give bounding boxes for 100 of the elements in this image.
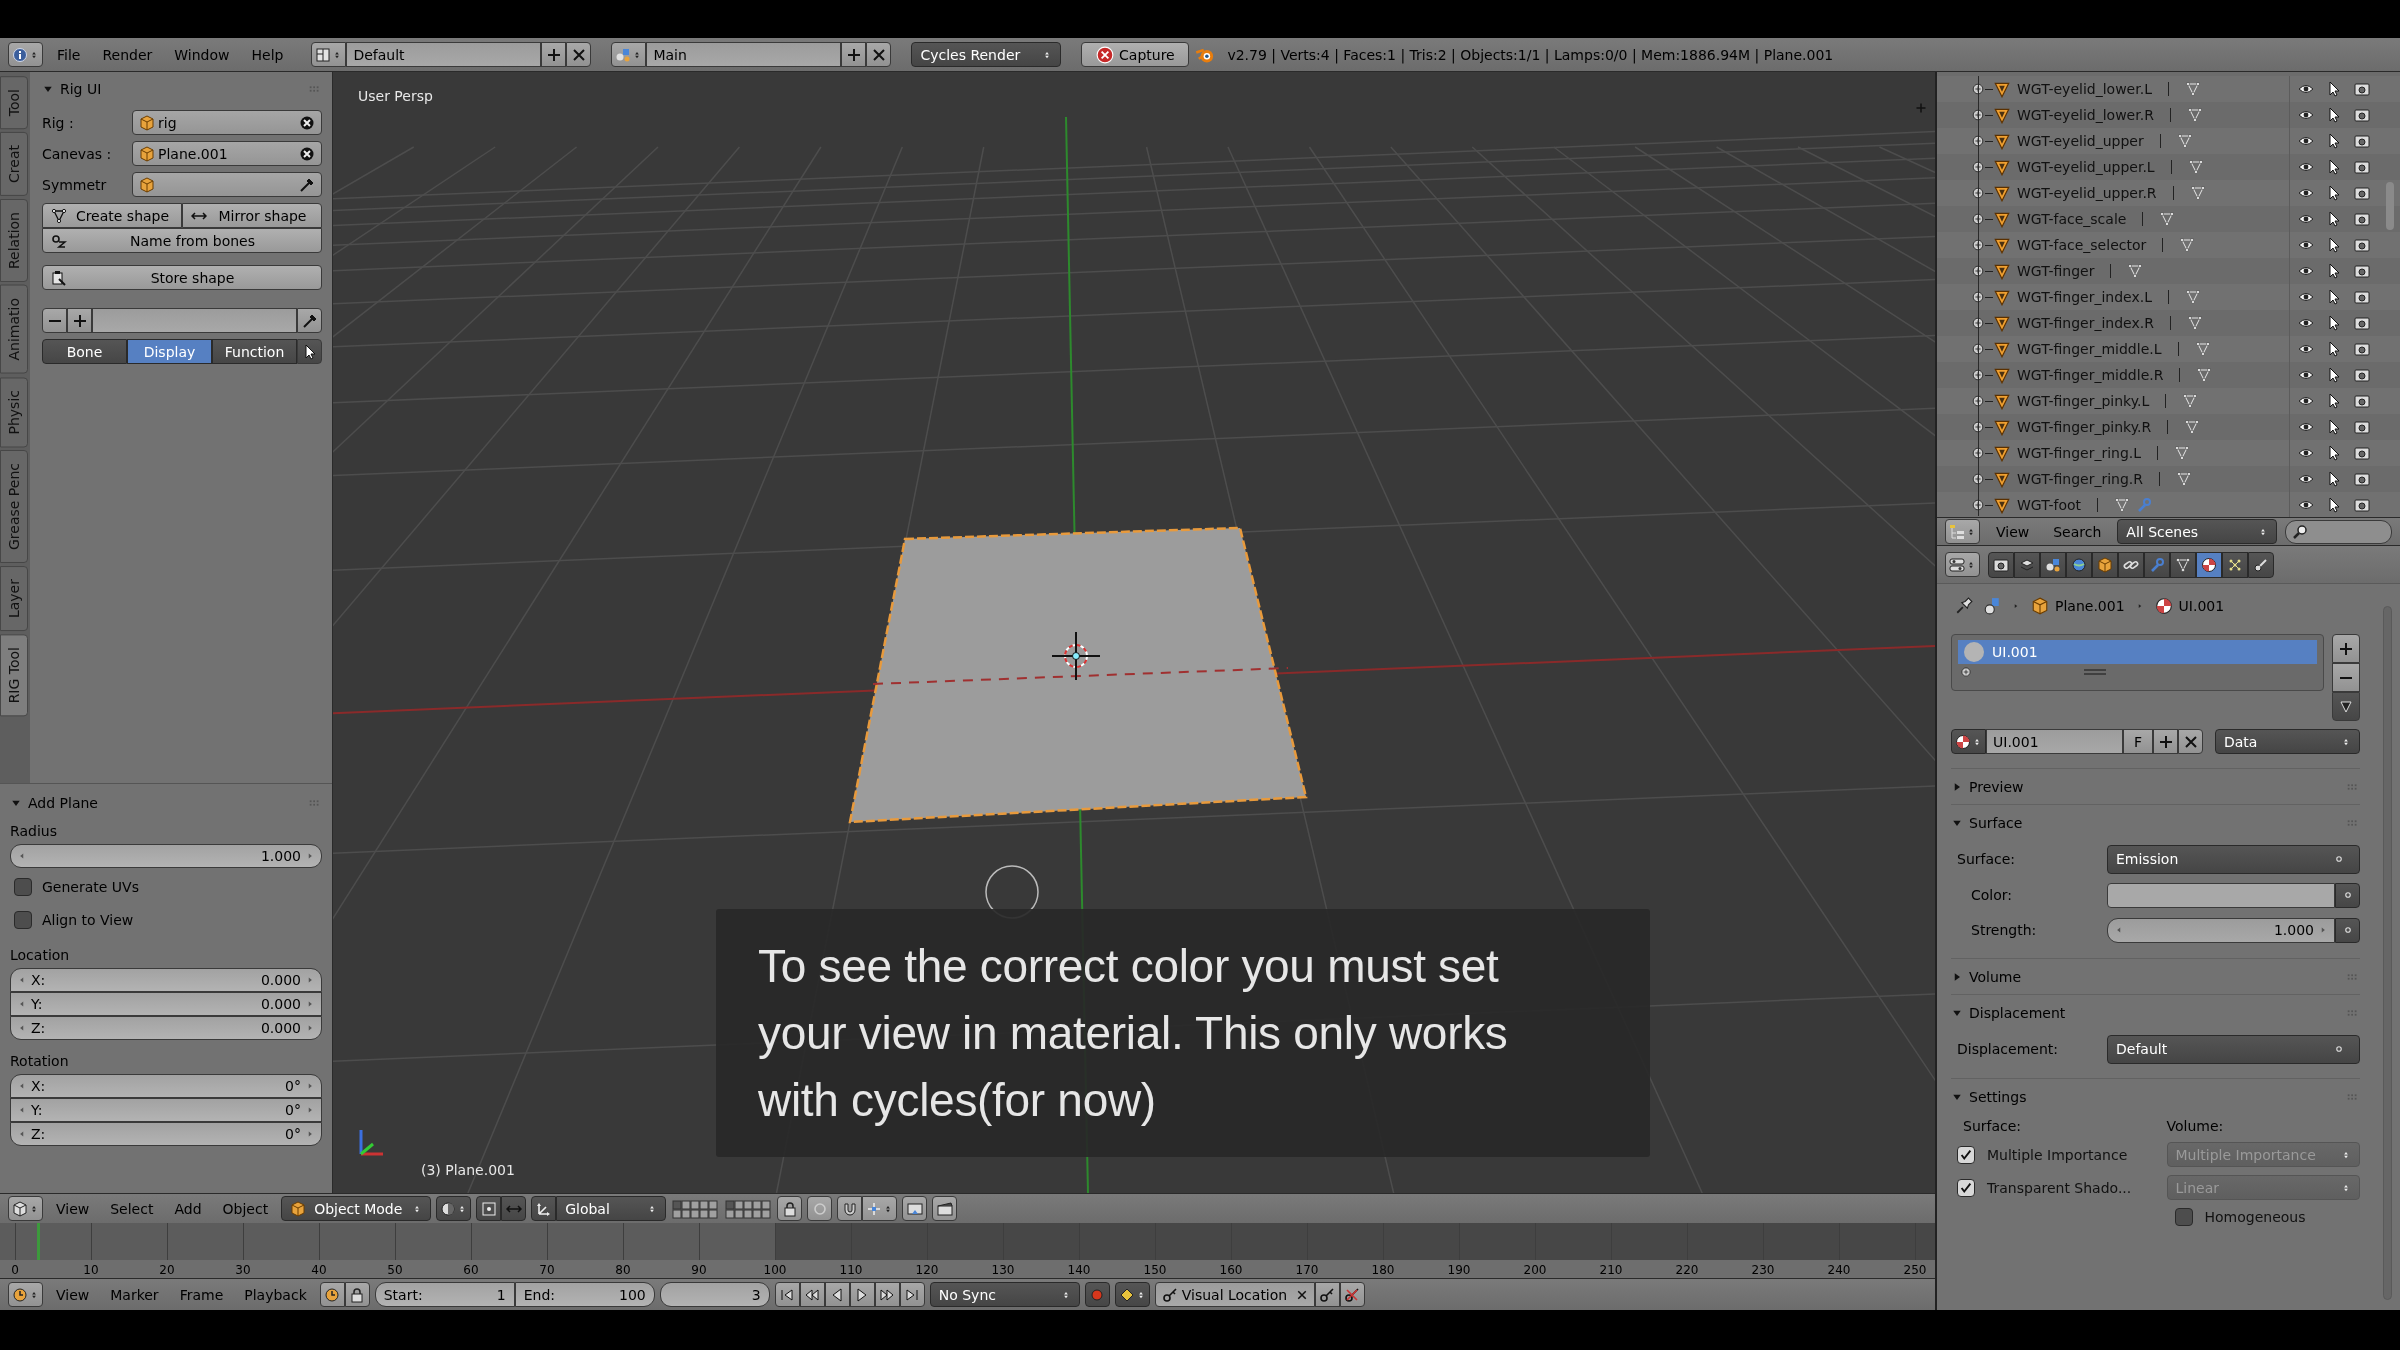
selectability-icon[interactable]: [2326, 315, 2342, 331]
plane-mesh[interactable]: [848, 526, 1308, 824]
selectability-icon[interactable]: [2326, 159, 2342, 175]
playback-button[interactable]: [774, 1282, 800, 1307]
selectability-icon[interactable]: [2326, 133, 2342, 149]
expand-icon[interactable]: [1971, 342, 1985, 356]
sidebar-tab[interactable]: Grease Penc: [0, 450, 28, 564]
menu-item[interactable]: Add: [166, 1200, 210, 1217]
playback-button[interactable]: [824, 1282, 850, 1307]
number-field[interactable]: Z: 0°: [10, 1122, 322, 1146]
menu-item[interactable]: Render: [94, 46, 161, 63]
sync-dropdown[interactable]: No Sync: [929, 1282, 1080, 1307]
material-slot[interactable]: UI.001: [1958, 640, 2317, 664]
clear-icon[interactable]: [299, 145, 315, 162]
mesh-data-icon[interactable]: [2182, 393, 2199, 409]
mode-tab[interactable]: Function: [212, 339, 297, 364]
scene-name-field[interactable]: Main: [646, 42, 842, 67]
fake-user-button[interactable]: F: [2123, 729, 2153, 754]
keyframe-type-button[interactable]: [1114, 1282, 1150, 1307]
modifiers-tab[interactable]: [2144, 551, 2170, 578]
mesh-data-icon[interactable]: [2179, 237, 2196, 253]
mode-tab[interactable]: Bone: [42, 339, 127, 364]
menu-item[interactable]: Window: [166, 46, 238, 63]
scene-tab[interactable]: [2040, 551, 2066, 578]
layers-icon[interactable]: [671, 1197, 720, 1220]
mesh-data-icon[interactable]: [2189, 185, 2206, 201]
manipulator-button[interactable]: [531, 1196, 557, 1221]
render-engine-dropdown[interactable]: Cycles Render: [911, 42, 1062, 67]
scene-button[interactable]: [611, 42, 647, 67]
object-name[interactable]: WGT-finger_middle.R: [2017, 367, 2164, 383]
number-field[interactable]: Y: 0°: [10, 1098, 322, 1122]
mode-dropdown[interactable]: Object Mode: [281, 1196, 432, 1221]
remove-button[interactable]: [2332, 663, 2360, 692]
number-field[interactable]: Y: 0.000: [10, 992, 322, 1016]
editor-type-button[interactable]: [8, 42, 43, 67]
expand-icon[interactable]: [1971, 498, 1985, 512]
checkbox[interactable]: [2174, 1208, 2193, 1226]
render-visibility-icon[interactable]: [2354, 315, 2370, 331]
search-field[interactable]: [2285, 519, 2392, 544]
action-button[interactable]: Store shape: [42, 265, 322, 290]
expand-icon[interactable]: [1971, 212, 1985, 226]
3d-cursor-icon[interactable]: [1051, 631, 1101, 681]
render-visibility-icon[interactable]: [2354, 107, 2370, 123]
close-button[interactable]: [866, 42, 892, 67]
object-field[interactable]: Plane.001: [132, 141, 322, 166]
world-tab[interactable]: [2066, 551, 2092, 578]
object-name[interactable]: WGT-eyelid_lower.L: [2017, 81, 2152, 97]
mesh-data-icon[interactable]: [2174, 445, 2191, 461]
lock-button[interactable]: [777, 1196, 803, 1221]
expand-icon[interactable]: [1971, 368, 1985, 382]
selectability-icon[interactable]: [2326, 393, 2342, 409]
pointer-button[interactable]: [297, 339, 322, 364]
delete-keyframe-button[interactable]: [1339, 1282, 1365, 1307]
layers-tab[interactable]: [2014, 551, 2040, 578]
expand-icon[interactable]: [1971, 316, 1985, 330]
checkbox[interactable]: [14, 878, 32, 896]
proportional-edit-button[interactable]: [807, 1196, 833, 1221]
selectability-icon[interactable]: [2326, 419, 2342, 435]
number-field[interactable]: X: 0°: [10, 1074, 322, 1098]
action-button[interactable]: Mirror shape: [182, 203, 322, 228]
preview-range-button[interactable]: [319, 1282, 345, 1307]
menu-item[interactable]: View: [48, 1286, 98, 1303]
selectability-icon[interactable]: [2326, 341, 2342, 357]
pivot-button[interactable]: [476, 1196, 502, 1221]
text-field[interactable]: [92, 308, 297, 333]
render-visibility-icon[interactable]: [2354, 289, 2370, 305]
selectability-icon[interactable]: [2326, 367, 2342, 383]
sidebar-tab[interactable]: Animatio: [0, 285, 28, 374]
mesh-data-icon[interactable]: [2176, 133, 2193, 149]
number-field[interactable]: Z: 0.000: [10, 1016, 322, 1040]
object-name[interactable]: WGT-eyelid_upper: [2017, 133, 2144, 149]
menu-item[interactable]: Playback: [236, 1286, 315, 1303]
selectability-icon[interactable]: [2326, 263, 2342, 279]
object-name[interactable]: WGT-finger_ring.R: [2017, 471, 2144, 487]
insert-keyframe-button[interactable]: [1314, 1282, 1340, 1307]
object-name[interactable]: WGT-eyelid_upper.R: [2017, 185, 2157, 201]
display-mode-dropdown[interactable]: All Scenes: [2117, 519, 2278, 544]
link-button[interactable]: [2335, 882, 2360, 908]
expand-icon[interactable]: [1971, 134, 1985, 148]
editor-type-button[interactable]: [1945, 552, 1980, 577]
object-name[interactable]: WGT-eyelid_upper.L: [2017, 159, 2155, 175]
playback-button[interactable]: [799, 1282, 825, 1307]
object-name[interactable]: WGT-finger: [2017, 263, 2095, 279]
editor-type-button[interactable]: [8, 1282, 43, 1307]
mesh-data-icon[interactable]: [2184, 419, 2201, 435]
expand-icon[interactable]: [1971, 160, 1985, 174]
panel-title[interactable]: Preview: [1969, 778, 2340, 795]
scrollbar[interactable]: [2386, 182, 2394, 230]
record-button[interactable]: [1084, 1282, 1110, 1307]
eyedropper-icon[interactable]: [299, 176, 315, 193]
menu-item[interactable]: Search: [2045, 523, 2110, 540]
panel-title[interactable]: Surface: [1969, 814, 2340, 831]
constraints-tab[interactable]: [2118, 551, 2144, 578]
link-dropdown[interactable]: Data: [2215, 729, 2360, 754]
expand-icon[interactable]: [1971, 394, 1985, 408]
sidebar-tab[interactable]: RIG Tool: [0, 634, 28, 717]
pin-icon[interactable]: [1955, 597, 1973, 615]
start-frame-field[interactable]: Start: 1: [374, 1282, 515, 1307]
render-animation-button[interactable]: [932, 1196, 958, 1221]
playback-button[interactable]: [874, 1282, 900, 1307]
